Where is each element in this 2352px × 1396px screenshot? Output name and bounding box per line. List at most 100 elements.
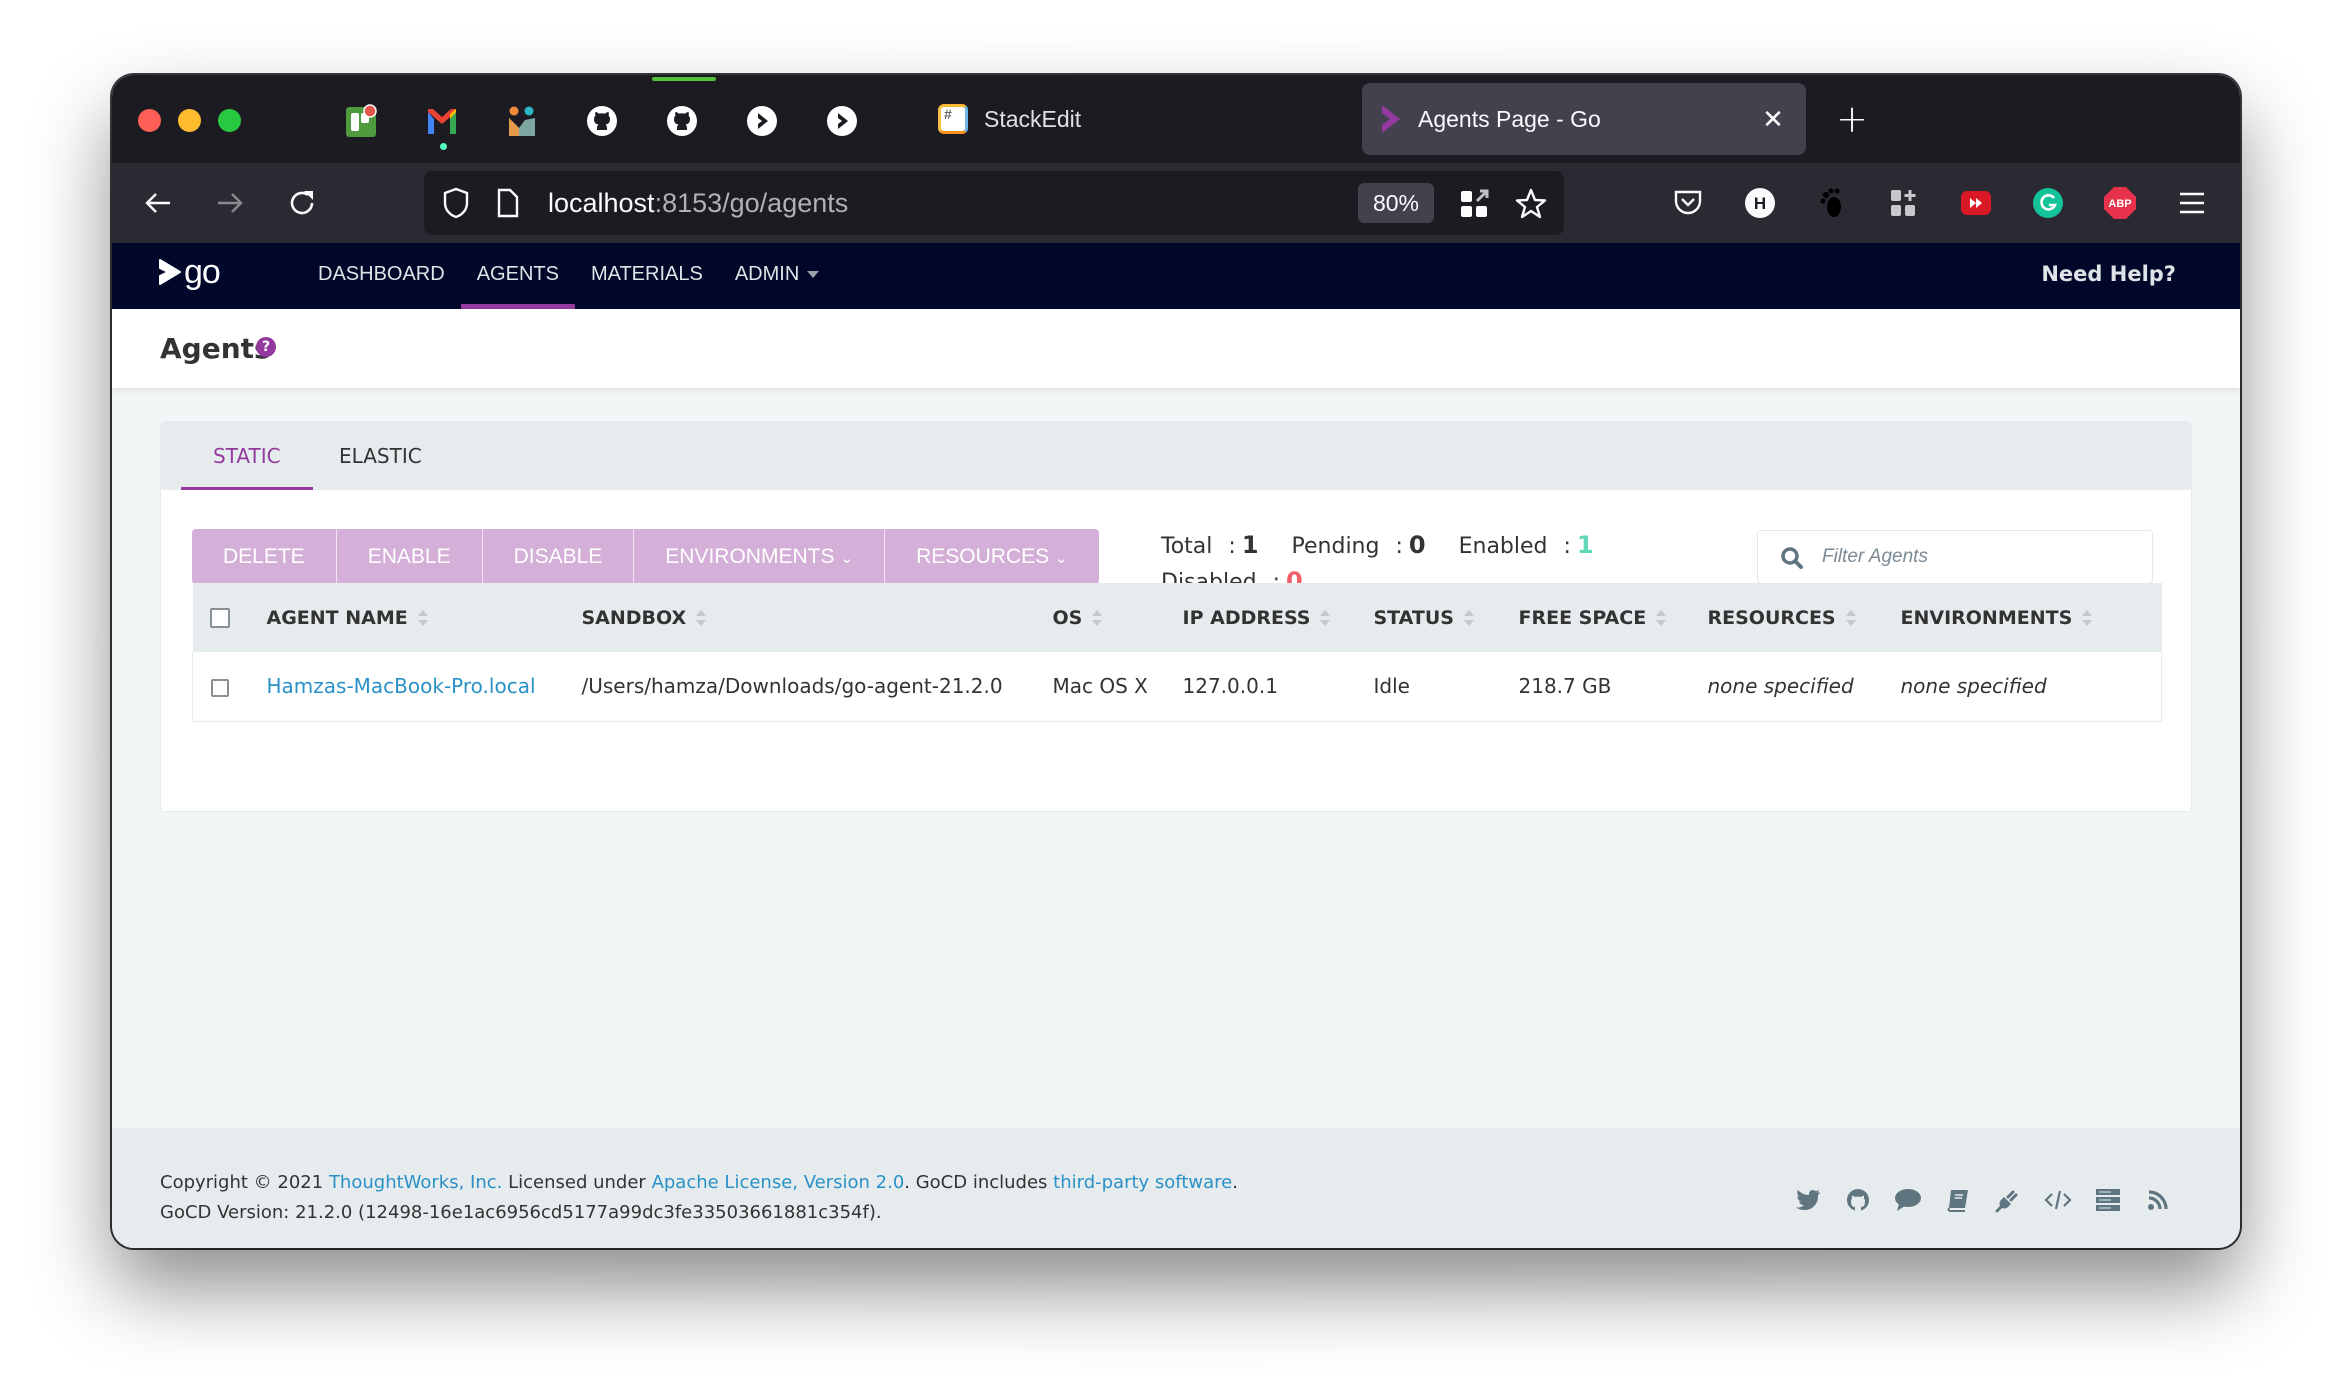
agent-name-link[interactable]: Hamzas-MacBook-Pro.local [267, 674, 536, 698]
column-ip-address[interactable]: IP ADDRESS [1183, 583, 1374, 652]
column-resources[interactable]: RESOURCES [1708, 583, 1901, 652]
delete-button[interactable]: DELETE [192, 529, 337, 584]
filter-agents-field [1757, 530, 2153, 584]
github-link[interactable] [1844, 1186, 1872, 1214]
page-title: Agents [160, 332, 271, 365]
thoughtworks-link[interactable]: ThoughtWorks, Inc. [329, 1172, 502, 1193]
new-tab-button[interactable]: + [1830, 97, 1874, 141]
tab-agents-page[interactable]: Agents Page - Go ✕ [1362, 83, 1806, 155]
pinned-tab-gocd-1[interactable] [740, 99, 784, 143]
includes-text: . GoCD includes [904, 1172, 1054, 1193]
column-os[interactable]: OS [1053, 583, 1183, 652]
extension-grid-button[interactable] [1884, 183, 1924, 223]
count-total-label: Total [1161, 534, 1213, 559]
unread-dot-indicator [440, 143, 447, 150]
cell-os: Mac OS X [1052, 674, 1148, 699]
gocd-icon [747, 106, 777, 136]
rss-icon [2148, 1190, 2168, 1210]
count-pending-value: 0 [1408, 531, 1426, 559]
twitter-link[interactable] [1794, 1186, 1822, 1214]
gnome-extension-button[interactable] [1812, 183, 1852, 223]
zoom-level-button[interactable]: 80% [1358, 183, 1434, 223]
nav-agents[interactable]: AGENTS [460, 243, 576, 309]
count-pending: Pending:0 [1292, 528, 1426, 564]
nav-dashboard[interactable]: DASHBOARD [302, 243, 461, 309]
grammarly-button[interactable] [2028, 183, 2068, 223]
close-window-button[interactable] [138, 109, 161, 132]
page-icon [497, 188, 519, 218]
disable-button[interactable]: DISABLE [482, 529, 635, 584]
address-bar[interactable]: localhost:8153/go/agents 80% [424, 171, 1564, 235]
column-sandbox[interactable]: SANDBOX [582, 583, 1053, 652]
h-extension-button[interactable]: H [1740, 183, 1780, 223]
pinned-tab-github-2[interactable] [660, 99, 704, 143]
main-nav: DASHBOARD AGENTS MATERIALS ADMIN [302, 243, 835, 309]
pocket-button[interactable] [1668, 183, 1708, 223]
shield-icon [443, 187, 469, 219]
need-help-link[interactable]: Need Help? [2041, 243, 2176, 309]
browser-window: # StackEdit ✕ Agents Page - Go ✕ + local… [112, 75, 2240, 1248]
server-link[interactable] [2094, 1186, 2122, 1214]
gocd-logo[interactable]: go [156, 253, 221, 291]
pinned-tab-trello[interactable] [340, 99, 384, 143]
column-status[interactable]: STATUS [1374, 583, 1519, 652]
row-checkbox[interactable] [211, 678, 229, 697]
minimize-window-button[interactable] [178, 109, 201, 132]
back-button[interactable] [134, 179, 182, 227]
pinned-tab-gocd-2[interactable] [820, 99, 864, 143]
tab-elastic[interactable]: ELASTIC [307, 422, 454, 490]
documentation-link[interactable] [1944, 1186, 1972, 1214]
resources-dropdown-button[interactable]: RESOURCES ⌄ [885, 529, 1099, 584]
tab-title: StackEdit [984, 105, 1082, 132]
adblock-plus-button[interactable]: ABP [2100, 183, 2140, 223]
footer-social-links [1794, 1186, 2172, 1214]
filter-agents-input[interactable] [1822, 531, 2142, 583]
close-tab-icon[interactable]: ✕ [1758, 104, 1788, 135]
gocd-logo-text: go [184, 253, 221, 291]
adblock-plus-icon: ABP [2104, 187, 2136, 219]
reload-button[interactable] [278, 179, 326, 227]
pinned-tab-github-1[interactable] [580, 99, 624, 143]
column-free-space[interactable]: FREE SPACE [1519, 583, 1708, 652]
youtube-speed-button[interactable] [1956, 183, 1996, 223]
column-label: ENVIRONMENTS [1900, 606, 2073, 629]
period-text: . [1232, 1172, 1238, 1193]
copyright-text: Copyright © 2021 [160, 1172, 329, 1193]
pinned-tab-gmail[interactable] [420, 99, 464, 143]
nav-admin[interactable]: ADMIN [719, 243, 835, 309]
page-title-bar: Agents ? [112, 309, 2240, 388]
column-environments[interactable]: ENVIRONMENTS [1901, 583, 2162, 652]
app-menu-button[interactable] [2172, 183, 2212, 223]
navigation-bar: localhost:8153/go/agents 80% H ABP [112, 163, 2240, 243]
bookmark-button[interactable] [1514, 187, 1548, 225]
apache-license-link[interactable]: Apache License, Version 2.0 [652, 1172, 905, 1193]
maximize-window-button[interactable] [218, 109, 241, 132]
enable-button[interactable]: ENABLE [336, 529, 483, 584]
chat-link[interactable] [1894, 1186, 1922, 1214]
rss-link[interactable] [2144, 1186, 2172, 1214]
chevron-down-icon: ⌄ [1055, 549, 1068, 567]
select-all-checkbox[interactable] [209, 608, 230, 628]
tab-static[interactable]: STATIC [181, 422, 313, 490]
url-host: localhost [548, 188, 655, 218]
hamburger-menu-icon [2180, 192, 2204, 214]
nav-materials[interactable]: MATERIALS [575, 243, 719, 309]
sort-icon [1845, 610, 1856, 626]
count-separator: : [1395, 534, 1403, 559]
question-circle-icon[interactable]: ? [256, 337, 276, 357]
pinned-tab-miro[interactable] [500, 99, 544, 143]
api-link[interactable] [2044, 1186, 2072, 1214]
cell-environments: none specified [1900, 674, 2047, 699]
environments-dropdown-button[interactable]: ENVIRONMENTS ⌄ [634, 529, 886, 584]
extensions-grid-button[interactable] [1460, 189, 1490, 223]
footer-text: Copyright © 2021 ThoughtWorks, Inc. Lice… [160, 1168, 1238, 1228]
column-label: IP ADDRESS [1182, 606, 1311, 629]
copyright-line: Copyright © 2021 ThoughtWorks, Inc. Lice… [160, 1168, 1238, 1198]
third-party-software-link[interactable]: third-party software [1053, 1172, 1232, 1193]
column-agent-name[interactable]: AGENT NAME [267, 583, 582, 652]
miro-icon [509, 106, 535, 136]
forward-button[interactable] [206, 179, 254, 227]
plugins-link[interactable] [1994, 1186, 2022, 1214]
gnome-foot-icon [1820, 188, 1841, 217]
url-text[interactable]: localhost:8153/go/agents [548, 171, 848, 235]
